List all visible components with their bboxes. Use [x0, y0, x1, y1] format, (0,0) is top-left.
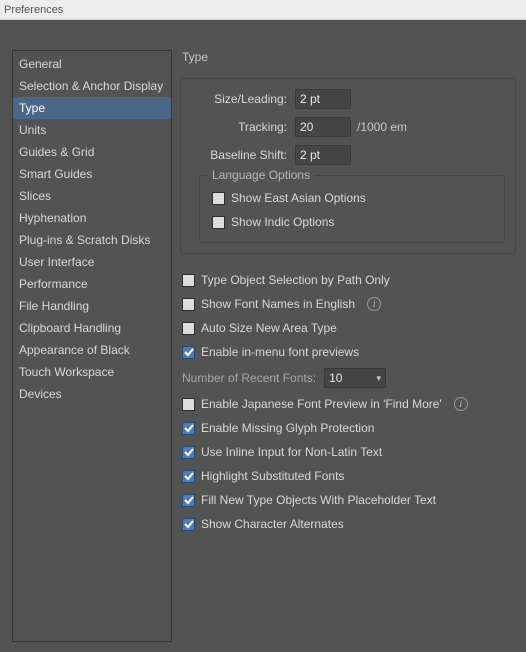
sidebar-item-label: Units [19, 123, 46, 137]
info-icon[interactable]: i [454, 397, 468, 411]
indic-checkbox[interactable] [212, 216, 225, 229]
language-options-group: Language Options Show East Asian Options… [199, 175, 505, 243]
sidebar-item-label: Type [19, 101, 45, 115]
auto-size-row[interactable]: Auto Size New Area Type [180, 316, 516, 340]
chevron-down-icon: ▾ [377, 373, 382, 384]
placeholder-label: Fill New Type Objects With Placeholder T… [201, 493, 436, 507]
char-alt-row[interactable]: Show Character Alternates [180, 512, 516, 536]
jp-preview-row[interactable]: Enable Japanese Font Preview in 'Find Mo… [180, 392, 516, 416]
tracking-suffix: /1000 em [357, 120, 407, 134]
sidebar-item-slices[interactable]: Slices [13, 185, 171, 207]
sidebar-item-file-handling[interactable]: File Handling [13, 295, 171, 317]
sidebar-item-selection-anchor[interactable]: Selection & Anchor Display [13, 75, 171, 97]
jp-preview-label: Enable Japanese Font Preview in 'Find Mo… [201, 397, 442, 411]
sidebar-item-label: Devices [19, 387, 62, 401]
sidebar-item-label: Smart Guides [19, 167, 92, 181]
path-only-checkbox[interactable] [182, 274, 195, 287]
sidebar-item-label: Guides & Grid [19, 145, 94, 159]
sidebar-item-units[interactable]: Units [13, 119, 171, 141]
sidebar-item-general[interactable]: General [13, 53, 171, 75]
inline-input-label: Use Inline Input for Non-Latin Text [201, 445, 382, 459]
size-leading-label: Size/Leading: [191, 92, 295, 106]
sidebar-item-smart-guides[interactable]: Smart Guides [13, 163, 171, 185]
font-previews-checkbox[interactable] [182, 346, 195, 359]
dialog-body: General Selection & Anchor Display Type … [0, 20, 526, 652]
preferences-panel: Type Size/Leading: Tracking: /1000 em Ba… [180, 50, 516, 642]
baseline-shift-label: Baseline Shift: [191, 148, 295, 162]
char-alt-checkbox[interactable] [182, 518, 195, 531]
sidebar-item-plugins-scratch[interactable]: Plug-ins & Scratch Disks [13, 229, 171, 251]
font-english-row[interactable]: Show Font Names in English i [180, 292, 516, 316]
sidebar-item-guides-grid[interactable]: Guides & Grid [13, 141, 171, 163]
sidebar-item-label: Selection & Anchor Display [19, 79, 163, 93]
char-alt-label: Show Character Alternates [201, 517, 344, 531]
highlight-sub-checkbox[interactable] [182, 470, 195, 483]
east-asian-checkbox[interactable] [212, 192, 225, 205]
font-english-checkbox[interactable] [182, 298, 195, 311]
sidebar-item-label: File Handling [19, 299, 89, 313]
missing-glyph-label: Enable Missing Glyph Protection [201, 421, 374, 435]
inline-input-row[interactable]: Use Inline Input for Non-Latin Text [180, 440, 516, 464]
baseline-shift-input[interactable] [295, 145, 351, 165]
sidebar-item-label: Clipboard Handling [19, 321, 121, 335]
language-options-legend: Language Options [208, 168, 314, 182]
sidebar-item-hyphenation[interactable]: Hyphenation [13, 207, 171, 229]
placeholder-checkbox[interactable] [182, 494, 195, 507]
sidebar-item-label: Plug-ins & Scratch Disks [19, 233, 150, 247]
recent-fonts-label: Number of Recent Fonts: [182, 371, 316, 385]
font-english-label: Show Font Names in English [201, 297, 355, 311]
recent-fonts-row: Number of Recent Fonts: 10 ▾ [180, 364, 516, 392]
east-asian-row[interactable]: Show East Asian Options [210, 186, 494, 210]
sidebar-item-clipboard-handling[interactable]: Clipboard Handling [13, 317, 171, 339]
east-asian-label: Show East Asian Options [231, 191, 366, 205]
sidebar-item-label: Performance [19, 277, 88, 291]
sidebar-item-user-interface[interactable]: User Interface [13, 251, 171, 273]
sidebar-item-devices[interactable]: Devices [13, 383, 171, 405]
recent-fonts-value: 10 [329, 371, 342, 385]
highlight-sub-row[interactable]: Highlight Substituted Fonts [180, 464, 516, 488]
panel-title: Type [182, 50, 516, 64]
highlight-sub-label: Highlight Substituted Fonts [201, 469, 344, 483]
missing-glyph-checkbox[interactable] [182, 422, 195, 435]
jp-preview-checkbox[interactable] [182, 398, 195, 411]
size-leading-row: Size/Leading: [191, 89, 505, 109]
window-title: Preferences [4, 4, 63, 16]
sidebar-item-label: Hyphenation [19, 211, 86, 225]
path-only-row[interactable]: Type Object Selection by Path Only [180, 268, 516, 292]
placeholder-row[interactable]: Fill New Type Objects With Placeholder T… [180, 488, 516, 512]
sidebar-item-label: Slices [19, 189, 51, 203]
auto-size-checkbox[interactable] [182, 322, 195, 335]
info-icon[interactable]: i [367, 297, 381, 311]
sidebar-item-performance[interactable]: Performance [13, 273, 171, 295]
font-previews-label: Enable in-menu font previews [201, 345, 359, 359]
size-leading-input[interactable] [295, 89, 351, 109]
inline-input-checkbox[interactable] [182, 446, 195, 459]
sidebar-item-touch-workspace[interactable]: Touch Workspace [13, 361, 171, 383]
indic-row[interactable]: Show Indic Options [210, 210, 494, 234]
tracking-label: Tracking: [191, 120, 295, 134]
preferences-sidebar: General Selection & Anchor Display Type … [12, 50, 172, 642]
sidebar-item-label: General [19, 57, 62, 71]
font-previews-row[interactable]: Enable in-menu font previews [180, 340, 516, 364]
type-increments-group: Size/Leading: Tracking: /1000 em Baselin… [180, 78, 516, 254]
window-titlebar: Preferences [0, 0, 526, 20]
recent-fonts-select[interactable]: 10 ▾ [324, 368, 386, 388]
sidebar-item-type[interactable]: Type [13, 97, 171, 119]
tracking-input[interactable] [295, 117, 351, 137]
sidebar-item-label: Touch Workspace [19, 365, 114, 379]
baseline-shift-row: Baseline Shift: [191, 145, 505, 165]
sidebar-item-label: User Interface [19, 255, 94, 269]
auto-size-label: Auto Size New Area Type [201, 321, 337, 335]
tracking-row: Tracking: /1000 em [191, 117, 505, 137]
sidebar-item-appearance-black[interactable]: Appearance of Black [13, 339, 171, 361]
indic-label: Show Indic Options [231, 215, 334, 229]
path-only-label: Type Object Selection by Path Only [201, 273, 390, 287]
missing-glyph-row[interactable]: Enable Missing Glyph Protection [180, 416, 516, 440]
sidebar-item-label: Appearance of Black [19, 343, 130, 357]
